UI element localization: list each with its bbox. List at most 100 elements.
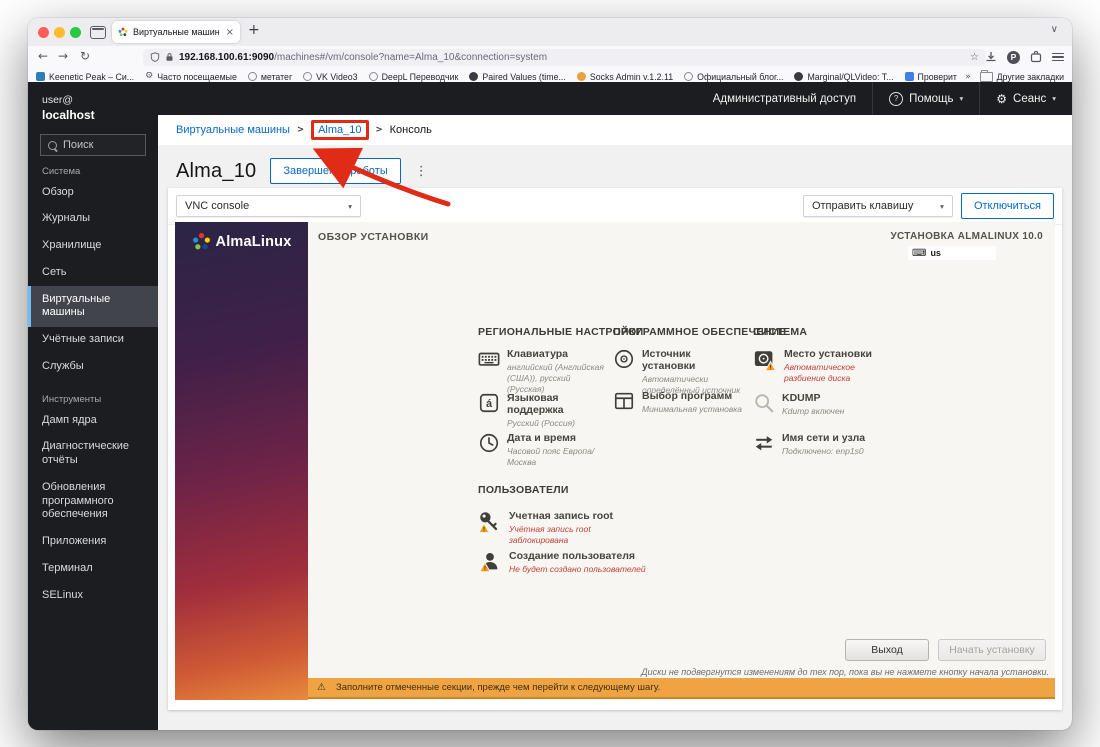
other-bookmarks-button[interactable]: Другие закладки [980,72,1064,82]
quit-button[interactable]: Выход [845,639,929,661]
sidebar: user@ localhost Поиск Система Обзор Журн… [28,82,158,730]
tab-close-icon[interactable]: × [226,27,234,38]
sidebar-item-kdump[interactable]: Дамп ядра [28,407,158,434]
software-selection-icon [613,390,635,412]
bookmark-item[interactable]: Проверить текст н... [905,72,958,82]
breadcrumb-separator: > [376,125,383,135]
spoke-root-account[interactable]: ! Учетная запись rootУчётная запись root… [478,510,643,546]
minimize-window-button[interactable] [54,27,65,38]
extensions-icon[interactable] [1030,51,1042,63]
console-card: VNC console▾ Отправить клавишу▾ Отключит… [168,188,1062,710]
spoke-installation-destination[interactable]: ! Место установкиАвтоматическое разбиени… [753,348,893,384]
close-window-button[interactable] [38,27,49,38]
console-type-select[interactable]: VNC console▾ [176,195,361,217]
github-icon [794,72,803,81]
sidebar-item-applications[interactable]: Приложения [28,529,158,556]
sidebar-item-network[interactable]: Сеть [28,259,158,286]
breadcrumb-vm-name[interactable]: Alma_10 [311,120,368,140]
firefox-view-icon[interactable] [90,26,106,39]
bookmark-item[interactable]: Marginal/QLVideo: T... [794,72,893,82]
warning-icon: ⚠ [317,682,326,693]
forward-button[interactable]: → [58,49,68,63]
kdump-magnifier-icon [753,392,775,414]
back-button[interactable]: ← [38,49,48,63]
url-path: /machines#/vm/console?name=Alma_10&conne… [274,52,547,63]
sidebar-item-software-updates[interactable]: Обновления программного обеспечения [28,474,158,528]
spoke-date-time[interactable]: Дата и времяЧасовой пояс Европа/Москва [478,432,610,468]
product-title: УСТАНОВКА ALMALINUX 10.0 [890,231,1043,242]
sidebar-item-services[interactable]: Службы [28,353,158,380]
installer-sidebar: AlmaLinux [175,222,308,700]
caret-down-icon: ▾ [960,94,964,103]
spoke-network-hostname[interactable]: Имя сети и узлаПодключено: enp1s0 [753,432,888,457]
extension-p-icon[interactable]: P [1007,51,1020,64]
url-bar[interactable]: 192.168.100.61:9090/machines#/vm/console… [143,49,986,66]
sidebar-item-virtual-machines[interactable]: Виртуальные машины [28,286,158,327]
new-tab-button[interactable]: + [248,22,260,38]
send-key-select[interactable]: Отправить клавишу▾ [803,195,953,217]
spoke-user-creation[interactable]: ! Создание пользователяНе будет создано … [478,550,663,575]
spoke-software-selection[interactable]: Выбор программМинимальная установка [613,390,745,415]
tab-list-chevron-icon[interactable]: ∨ [1051,24,1058,35]
tab-title: Виртуальные машины - user@l [133,27,219,37]
globe-icon [248,72,257,81]
globe-icon [684,72,693,81]
category-users: ПОЛЬЗОВАТЕЛИ [478,484,569,496]
disconnect-button[interactable]: Отключиться [961,193,1054,219]
host-name: localhost [42,108,144,122]
almalinux-logo-text: AlmaLinux [216,234,292,250]
bookmark-item[interactable]: DeepL Переводчик [369,72,459,82]
help-menu-button[interactable]: ? Помощь ▾ [872,82,979,115]
session-menu-button[interactable]: ⚙ Сеанс ▾ [979,82,1072,115]
breadcrumb-virtual-machines[interactable]: Виртуальные машины [176,124,290,136]
kebab-menu-icon[interactable]: ⋮ [415,164,428,179]
sidebar-item-overview[interactable]: Обзор [28,179,158,206]
disks-note: Диски не подвергнутся изменениям до тех … [641,667,1049,677]
shutdown-button[interactable]: Завершение работы [270,158,400,184]
sidebar-item-logs[interactable]: Журналы [28,206,158,233]
keyboard-icon [478,348,500,370]
sidebar-item-terminal[interactable]: Терминал [28,555,158,582]
globe-icon [303,72,312,81]
main-content: Виртуальные машины > Alma_10 > Консоль A… [158,115,1072,730]
bookmark-item[interactable]: Paired Values (time... [469,72,565,82]
zoom-window-button[interactable] [70,27,81,38]
almalinux-logo: AlmaLinux [175,222,308,251]
vm-title-row: Alma_10 Завершение работы ⋮ [176,156,1072,186]
bookmark-item[interactable]: метатег [248,72,292,82]
bookmarks-overflow-icon[interactable]: » [965,72,970,82]
bookmark-item[interactable]: Официальный блог... [684,72,783,82]
admin-access-button[interactable]: Административный доступ [697,82,872,115]
menu-icon[interactable] [1052,53,1064,62]
category-system: СИСТЕМА [753,326,807,338]
question-icon: ? [889,92,903,106]
vnc-console[interactable]: AlmaLinux ОБЗОР УСТАНОВКИ УСТАНОВКА ALMA… [175,222,1055,700]
breadcrumb-separator: > [297,125,304,135]
sidebar-item-storage[interactable]: Хранилище [28,233,158,260]
tracking-shield-icon[interactable] [150,52,160,62]
downloads-icon[interactable] [985,51,997,63]
lock-icon[interactable] [165,52,174,62]
url-text: 192.168.100.61:9090/machines#/vm/console… [179,52,547,63]
install-source-icon [613,348,635,370]
bookmark-star-icon[interactable]: ☆ [970,52,979,63]
reload-button[interactable]: ↻ [80,49,90,63]
browser-window: Виртуальные машины - user@l × + ∨ ← → ↻ … [28,18,1072,730]
page-title: Alma_10 [176,160,256,183]
spoke-installation-source[interactable]: Источник установкиАвтоматически определё… [613,348,743,396]
search-input[interactable]: Поиск [40,134,146,156]
sidebar-item-selinux[interactable]: SELinux [28,582,158,609]
tab-virtual-machines[interactable]: Виртуальные машины - user@l × [112,21,240,43]
keyboard-layout-indicator[interactable]: ⌨ us [908,246,996,260]
bookmark-item[interactable]: ⚙Часто посещаемые [145,72,237,82]
sidebar-item-diagnostic-reports[interactable]: Диагностические отчёты [28,434,158,475]
spoke-kdump[interactable]: KDUMPKdump включен [753,392,883,417]
sidebar-item-accounts[interactable]: Учётные записи [28,327,158,354]
bookmark-item[interactable]: Socks Admin v.1.2.11 [577,72,673,82]
spoke-language-support[interactable]: á Языковая поддержкаРусский (Россия) [478,392,616,429]
bookmark-item[interactable]: Keenetic Peak – Си... [36,72,134,82]
user-block[interactable]: user@ localhost [28,82,158,122]
bookmark-item[interactable]: VK Video3 [303,72,357,82]
spoke-keyboard[interactable]: Клавиатураанглийский (Английская (США)),… [478,348,610,395]
bookmarks-list: Keenetic Peak – Си... ⚙Часто посещаемые … [36,72,957,82]
